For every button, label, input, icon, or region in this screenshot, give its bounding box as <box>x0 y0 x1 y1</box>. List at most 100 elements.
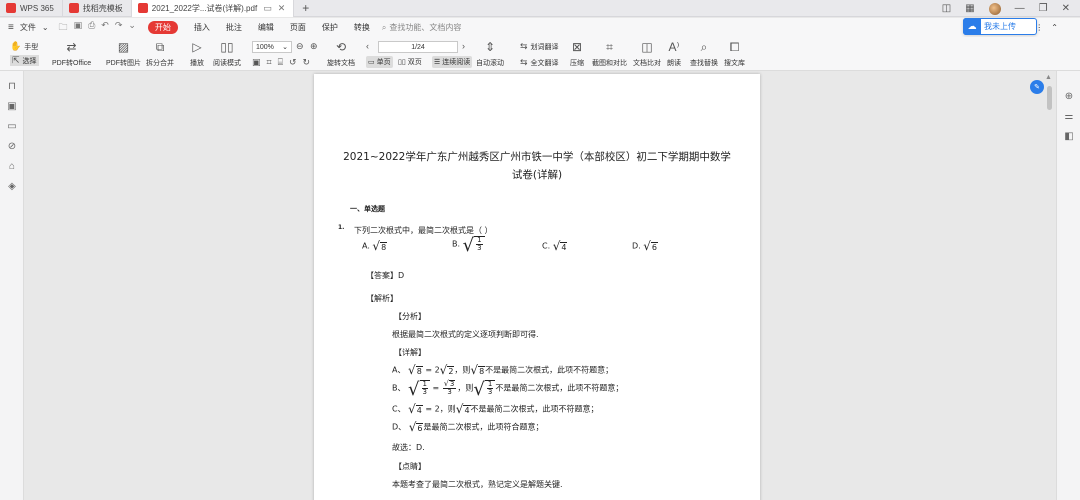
select-label: 选择 <box>22 57 37 65</box>
word-translate-button[interactable]: ⇆ 划词翻译 <box>520 41 559 52</box>
zoom-out-icon[interactable]: ⊖ <box>296 41 304 52</box>
menu-start[interactable]: 开始 <box>147 21 178 34</box>
right-sidebar: ⊕ ⚌ ◧ <box>1056 71 1080 500</box>
dianjing-text: 本题考查了最简二次根式，熟记定义是解题关键. <box>392 480 563 489</box>
compare-icon: ◫ <box>641 40 653 54</box>
rotate-right-icon[interactable]: ↻ <box>303 57 311 68</box>
auto-scroll-button[interactable]: ⇕ 自动滚动 <box>476 40 504 68</box>
find-replace-label: 查找替换 <box>690 60 718 67</box>
hamburger-icon[interactable]: ≡ <box>8 22 14 33</box>
double-page-button[interactable]: ▯▯ 双页 <box>396 56 424 68</box>
zoom-in-icon[interactable]: ⊕ <box>310 41 318 52</box>
continuous-read-button[interactable]: ☰ 连续阅读 <box>432 56 473 68</box>
double-page-icon: ▯▯ <box>398 59 406 66</box>
rotate-doc-icon: ⟲ <box>335 40 347 54</box>
minimize-tab-icon[interactable]: ▭ <box>263 3 272 14</box>
signature-icon[interactable]: ⌂ <box>6 161 18 173</box>
search-library-button[interactable]: ⧠ 搜文库 <box>724 40 745 68</box>
read-mode-button[interactable]: ▯▯ 阅读模式 <box>213 40 241 68</box>
chevron-down-icon[interactable]: ⌄ <box>42 23 49 32</box>
option-d-value: 6 <box>650 242 658 252</box>
rotate-document-button[interactable]: ⟲ 旋转文档 <box>327 40 355 68</box>
left-sidebar: ⊓ ▣ ▭ ⊘ ⌂ ◈ <box>0 71 24 500</box>
undo-icon[interactable]: ↶ <box>101 20 109 36</box>
close-window-icon[interactable]: ✕ <box>1062 3 1070 14</box>
zoom-select[interactable]: 100% ⌄ <box>252 41 292 53</box>
fenxi-heading: 【分析】 <box>394 312 426 321</box>
find-replace-button[interactable]: ⌕ 查找替换 <box>690 40 718 68</box>
scrollbar-thumb[interactable] <box>1047 86 1052 110</box>
file-menu[interactable]: 文件 <box>20 22 36 33</box>
next-page-icon[interactable]: › <box>462 41 465 51</box>
layers-icon[interactable]: ◈ <box>6 181 18 193</box>
save-icon[interactable]: ▣ <box>74 20 83 36</box>
print-icon[interactable]: ⎙ <box>88 20 95 36</box>
detail-line-d: D、 √ 6 是最简二次根式，此项符合题意； <box>392 420 544 434</box>
menu-page[interactable]: 页面 <box>290 22 306 33</box>
bookmark-icon[interactable]: ⊓ <box>6 81 18 93</box>
zoom-value: 100% <box>256 43 274 51</box>
screenshot-compare-button[interactable]: ⌗ 截图和对比 <box>592 40 627 68</box>
thumbnail-icon[interactable]: ▣ <box>6 101 18 113</box>
panel-icon[interactable]: ◧ <box>1063 131 1075 143</box>
option-d: D. √ 6 <box>632 239 658 253</box>
open-icon[interactable]: 🗀 <box>59 20 68 36</box>
compress-icon: ⊠ <box>571 40 583 54</box>
assistant-icon[interactable]: ✎ <box>1030 80 1044 94</box>
full-translate-button[interactable]: ⇆ 全文翻译 <box>520 57 559 68</box>
minimize-icon[interactable]: — <box>1015 3 1025 14</box>
apps-icon[interactable]: ▦ <box>965 3 974 14</box>
layout-icon[interactable]: ◫ <box>942 3 951 14</box>
answer-text: 【答案】D <box>366 271 405 280</box>
split-icon: ⧉ <box>155 40 165 54</box>
split-merge-button[interactable]: ⧉ 拆分合并 <box>146 40 174 68</box>
pdf-to-office-button[interactable]: ⇄ PDF转Office <box>52 40 91 68</box>
menu-edit[interactable]: 编辑 <box>258 22 274 33</box>
scroll-up-icon[interactable]: ▲ <box>1045 74 1052 81</box>
restore-icon[interactable]: ❐ <box>1039 3 1048 14</box>
collapse-icon[interactable]: ⌃ <box>1051 23 1058 32</box>
hand-tool[interactable]: ✋ 手型 <box>10 41 38 52</box>
doc-compare-button[interactable]: ◫ 文档比对 <box>633 40 661 68</box>
redo-icon[interactable]: ↷ <box>115 20 123 36</box>
compress-button[interactable]: ⊠ 压缩 <box>570 40 584 68</box>
search-placeholder: 查找功能、文档内容 <box>389 23 462 32</box>
line-d-conclusion: 是最简二次根式，此项符合题意； <box>423 422 544 432</box>
zoom-search-icon[interactable]: ⊕ <box>1063 91 1075 103</box>
menu-protect[interactable]: 保护 <box>322 22 338 33</box>
read-aloud-label: 朗读 <box>667 60 681 67</box>
screenshot-label: 截图和对比 <box>592 60 627 67</box>
fit-page-icon[interactable]: ▣ <box>252 57 261 68</box>
pdf-to-image-button[interactable]: ▨ PDF转图片 <box>106 40 141 68</box>
tab-label: WPS 365 <box>20 3 54 13</box>
play-button[interactable]: ▷ 播放 <box>190 40 204 68</box>
attachment-icon[interactable]: ⊘ <box>6 141 18 153</box>
tab-wps365[interactable]: WPS 365 <box>0 0 63 17</box>
close-tab-icon[interactable]: ✕ <box>278 3 286 14</box>
avatar[interactable] <box>988 2 1001 15</box>
doc-title-line1: 2021~2022学年广东广州越秀区广州市铁一中学（本部校区）初二下学期期中数学 <box>343 151 731 163</box>
upload-button[interactable]: ☁ 我未上传 <box>963 18 1037 35</box>
menu-insert[interactable]: 插入 <box>194 22 210 33</box>
search-input[interactable]: ⌕ 查找功能、文档内容 <box>382 22 461 33</box>
more-icon[interactable]: ⌄ <box>128 20 136 36</box>
library-icon: ⧠ <box>729 40 740 54</box>
settings-slider-icon[interactable]: ⚌ <box>1063 111 1075 123</box>
dianjing-heading: 【点睛】 <box>394 462 426 471</box>
menu-convert[interactable]: 转换 <box>354 22 370 33</box>
rotate-left-icon[interactable]: ↺ <box>289 57 297 68</box>
tab-templates[interactable]: 找稻壳模板 <box>63 0 132 17</box>
select-tool[interactable]: ⇱ 选择 <box>10 55 39 66</box>
prev-page-icon[interactable]: ‹ <box>366 41 369 51</box>
menu-comment[interactable]: 批注 <box>226 22 242 33</box>
read-aloud-button[interactable]: A⁾ 朗读 <box>667 40 681 68</box>
single-page-button[interactable]: ▭ 单页 <box>366 56 393 68</box>
new-tab-button[interactable]: + <box>302 1 309 15</box>
speaker-icon: A⁾ <box>668 40 680 54</box>
fit-width-icon[interactable]: ⌗ <box>267 57 272 68</box>
crop-icon[interactable]: ⌸ <box>278 57 283 68</box>
page-number-input[interactable]: 1/24 <box>378 41 458 53</box>
line-b-conclusion: 不是最简二次根式，此项不符题意； <box>495 383 624 393</box>
tab-pdf-document[interactable]: 2021_2022学...试卷(详解).pdf ▭ ✕ <box>131 0 295 17</box>
comment-icon[interactable]: ▭ <box>6 121 18 133</box>
